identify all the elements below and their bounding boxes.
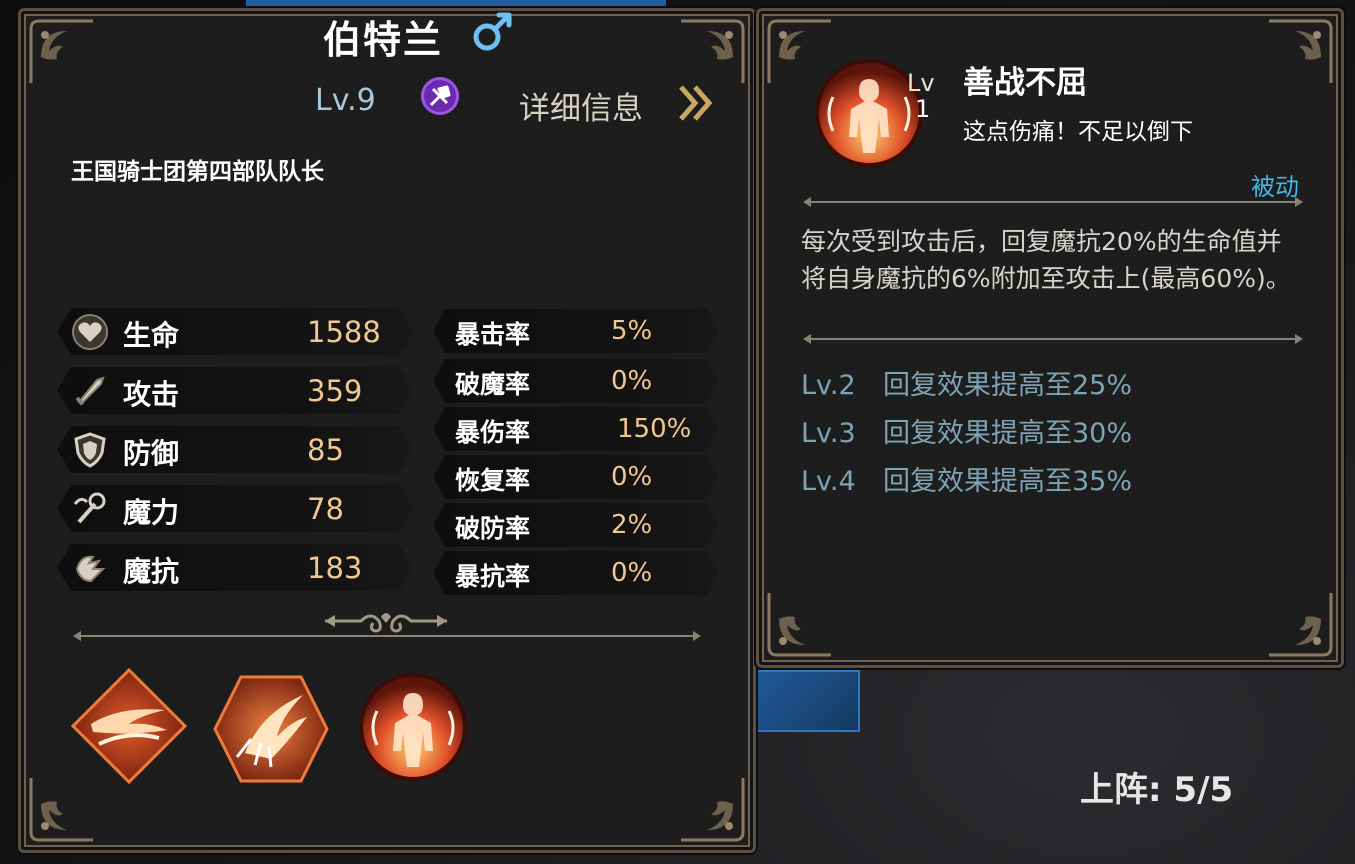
shield-icon — [71, 431, 109, 469]
sub-stat-row: 暴伤率 150% — [433, 407, 719, 451]
sub-stat-row: 恢复率 0% — [433, 455, 719, 499]
stat-value: 85 — [307, 433, 344, 467]
section-divider — [803, 197, 1303, 207]
skill-detail-panel: Lv 1 善战不屈 这点伤痛！不足以倒下 被动 每次受到攻击后，回复魔抗20%的… — [756, 8, 1344, 668]
skill-upgrade-row: Lv.2 回复效果提高至25% — [801, 363, 1132, 402]
burst-skill-icon[interactable] — [211, 673, 331, 785]
sub-stat-value: 150% — [617, 414, 692, 444]
skill-level-value: 1 — [915, 95, 931, 123]
character-level: Lv.9 — [315, 83, 376, 118]
stat-value: 359 — [307, 374, 363, 408]
sub-stat-row: 暴击率 5% — [433, 309, 719, 353]
upgrade-text: 回复效果提高至30% — [883, 418, 1133, 449]
upgrade-level: Lv.3 — [801, 418, 856, 449]
stat-label: 生命 — [123, 319, 180, 352]
corner-ornament — [677, 17, 747, 87]
corner-ornament — [1265, 17, 1335, 87]
skill-name: 善战不屈 — [963, 65, 1087, 101]
male-symbol-icon — [469, 9, 515, 55]
skill-upgrade-row: Lv.4 回复效果提高至35% — [801, 459, 1132, 498]
stat-label: 攻击 — [123, 378, 180, 411]
section-divider — [803, 334, 1303, 344]
stat-row-defense: 防御 85 — [57, 426, 413, 473]
stat-row-attack: 攻击 359 — [57, 367, 413, 414]
character-panel: 伯特兰 Lv.9 详细信息 王国骑士团第四部队队长 生命 1588 攻击 359… — [18, 8, 756, 853]
stat-value: 183 — [307, 551, 363, 585]
corner-ornament — [27, 17, 97, 87]
sub-stat-row: 破防率 2% — [433, 503, 719, 547]
section-divider — [73, 631, 701, 641]
stat-label: 防御 — [123, 437, 180, 470]
sub-stat-value: 0% — [611, 558, 653, 588]
sub-stat-label: 暴抗率 — [455, 562, 531, 591]
detail-info-link[interactable]: 详细信息 — [519, 83, 643, 128]
sub-stat-label: 破魔率 — [455, 370, 531, 399]
stat-value: 1588 — [307, 315, 381, 349]
deploy-count: 上阵: 5/5 — [1080, 770, 1234, 810]
stat-label: 魔抗 — [123, 555, 180, 588]
character-title: 王国骑士团第四部队队长 — [71, 159, 324, 185]
magic-staff-icon — [71, 490, 109, 528]
magic-resist-icon — [71, 549, 109, 587]
upgrade-text: 回复效果提高至25% — [883, 370, 1133, 401]
skill-level-label: Lv — [907, 69, 935, 97]
background-card — [756, 670, 860, 732]
character-name: 伯特兰 — [323, 18, 444, 62]
upgrade-text: 回复效果提高至35% — [883, 466, 1133, 497]
sub-stat-value: 5% — [611, 316, 653, 346]
upgrade-level: Lv.2 — [801, 370, 856, 401]
stat-label: 魔力 — [123, 496, 180, 529]
sub-stat-row: 破魔率 0% — [433, 359, 719, 403]
upgrade-level: Lv.4 — [801, 466, 856, 497]
background-card-edge — [246, 0, 666, 6]
sub-stat-label: 暴伤率 — [455, 418, 531, 447]
heart-icon — [71, 313, 109, 351]
corner-ornament — [677, 774, 747, 844]
skill-type-tag: 被动 — [1251, 173, 1299, 201]
sub-stat-label: 暴击率 — [455, 320, 531, 349]
sword-icon — [71, 372, 109, 410]
endure-skill-icon[interactable] — [357, 671, 469, 783]
skill-upgrade-row: Lv.3 回复效果提高至30% — [801, 411, 1132, 450]
corner-ornament — [1265, 589, 1335, 659]
stat-row-magic: 魔力 78 — [57, 485, 413, 532]
sub-stat-value: 2% — [611, 510, 653, 540]
stat-row-hp: 生命 1588 — [57, 308, 413, 355]
stat-row-magic-resist: 魔抗 183 — [57, 544, 413, 591]
slash-skill-icon[interactable] — [69, 666, 189, 786]
class-emblem-icon[interactable] — [421, 77, 459, 115]
skill-description: 每次受到攻击后，回复魔抗20%的生命值并将自身魔抗的6%附加至攻击上(最高60%… — [801, 227, 1291, 293]
corner-ornament — [765, 589, 835, 659]
sub-stat-row: 暴抗率 0% — [433, 551, 719, 595]
sub-stat-value: 0% — [611, 366, 653, 396]
sub-stat-value: 0% — [611, 462, 653, 492]
skill-quote: 这点伤痛！不足以倒下 — [963, 119, 1193, 145]
double-chevron-right-icon[interactable] — [677, 83, 715, 123]
stat-value: 78 — [307, 492, 344, 526]
sub-stat-label: 恢复率 — [455, 466, 531, 495]
sub-stat-label: 破防率 — [455, 514, 531, 543]
